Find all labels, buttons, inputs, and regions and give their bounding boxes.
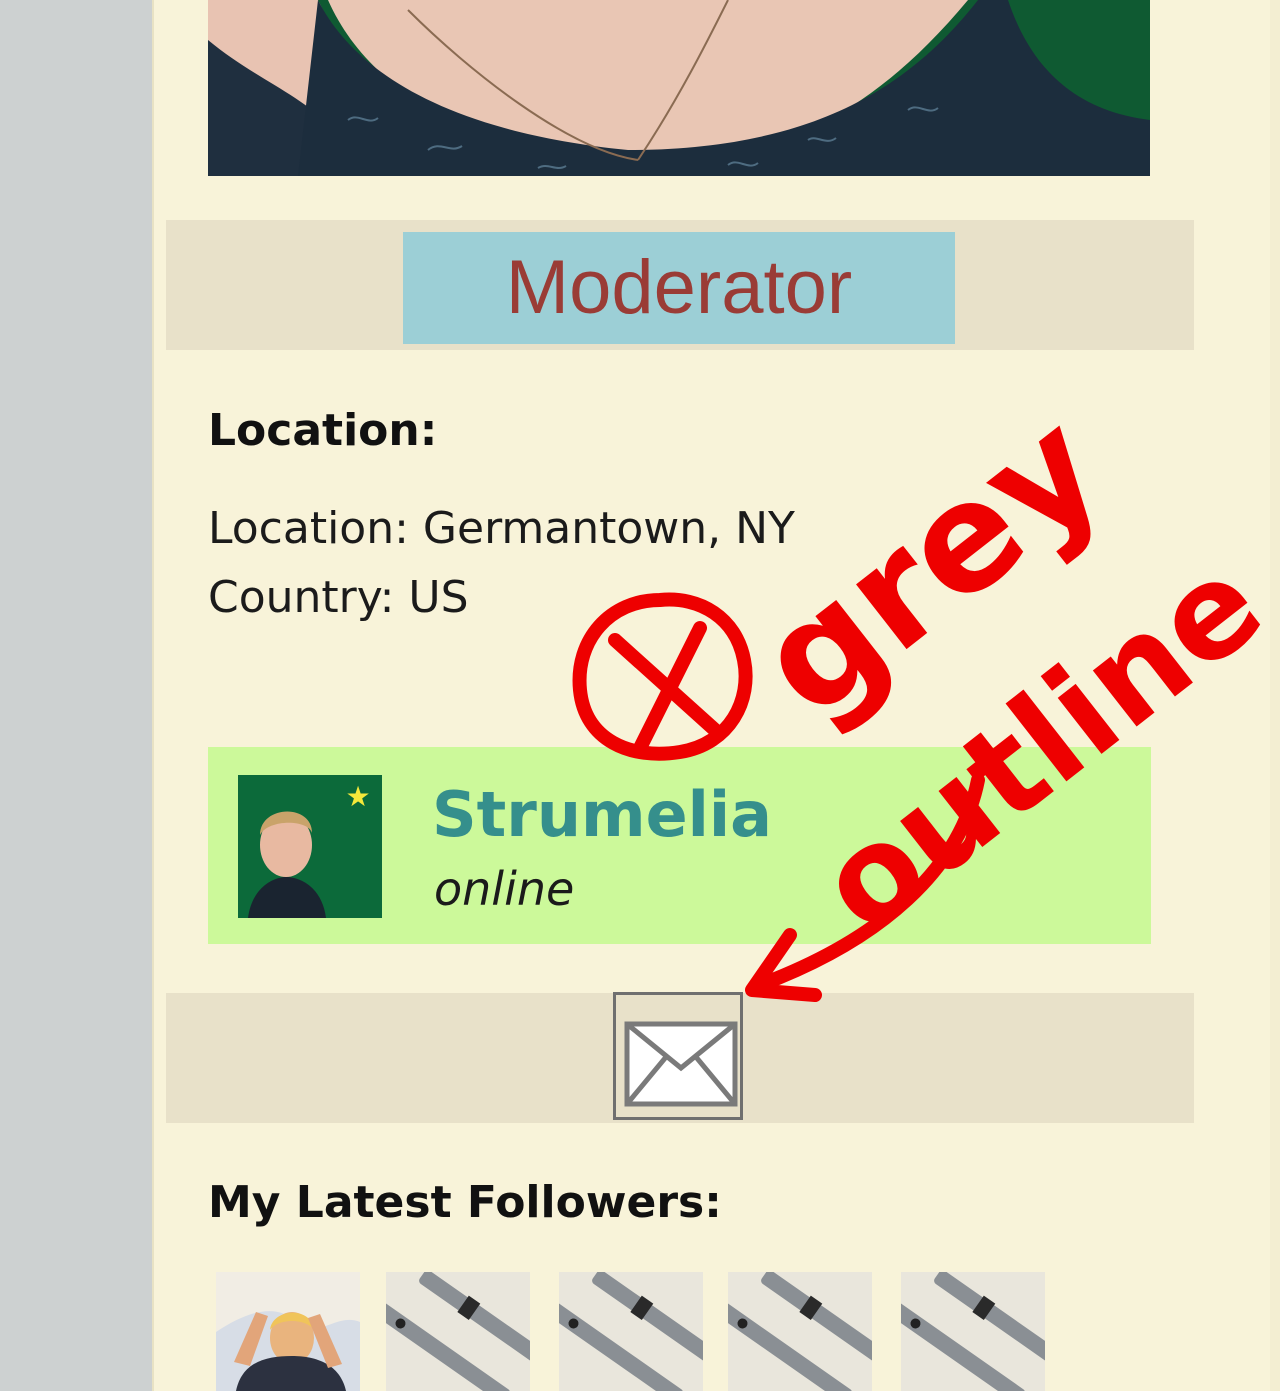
followers-heading: My Latest Followers: — [208, 1177, 722, 1228]
profile-photo — [208, 0, 1150, 176]
follower-thumbnail[interactable] — [728, 1272, 872, 1391]
follower-thumbnail[interactable] — [559, 1272, 703, 1391]
location-heading: Location: — [208, 405, 438, 456]
follower-thumbnail[interactable] — [901, 1272, 1045, 1391]
star-icon: ★ — [345, 780, 371, 813]
page-edge — [1270, 0, 1280, 1391]
send-message-button[interactable] — [613, 992, 743, 1120]
follower-thumbnail[interactable] — [216, 1272, 360, 1391]
role-badge: Moderator — [403, 232, 955, 344]
username-link[interactable]: Strumelia — [432, 778, 772, 851]
envelope-icon — [624, 1021, 738, 1107]
online-status: online — [434, 862, 575, 916]
country-value: Country: US — [208, 572, 469, 623]
follower-thumbnail[interactable] — [386, 1272, 530, 1391]
location-value: Location: Germantown, NY — [208, 503, 795, 554]
